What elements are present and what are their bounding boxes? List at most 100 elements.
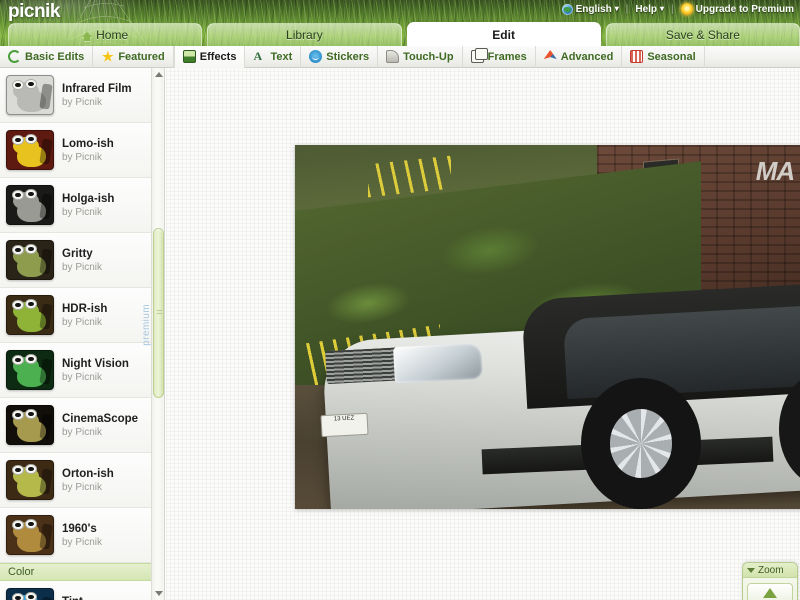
tab-label: Home [96, 28, 129, 42]
chevron-down-icon: ▾ [614, 4, 619, 13]
effect-thumbnail [6, 350, 54, 390]
language-label: English [575, 3, 612, 15]
photo-car-headlight [392, 342, 484, 384]
help-label: Help [635, 3, 658, 15]
touchup-icon [386, 50, 400, 63]
list-item[interactable]: HDR-ish by Picnik [0, 288, 152, 343]
zoom-panel[interactable]: Zoom [742, 562, 798, 600]
effect-name: Lomo-ish [62, 137, 114, 150]
globe-icon [561, 3, 573, 15]
list-item[interactable]: Lomo-ish by Picnik [0, 123, 152, 178]
home-icon [82, 31, 93, 41]
effect-thumbnail [6, 405, 54, 445]
effect-name: Tint [62, 595, 102, 600]
effect-name: Orton-ish [62, 467, 114, 480]
picnik-logo[interactable]: picnik [8, 1, 60, 23]
effects-list: Infrared Film by Picnik Lomo-ish by Picn… [0, 68, 152, 600]
list-item[interactable]: Tint by Picnik [0, 581, 152, 600]
scrollbar-thumb[interactable] [153, 228, 164, 398]
effect-name: Infrared Film [62, 82, 132, 95]
effect-name: CinemaScope [62, 412, 139, 425]
text-icon: A [253, 49, 263, 63]
effect-author: by Picnik [62, 536, 103, 548]
seasonal-icon [630, 50, 644, 63]
effect-name: HDR-ish [62, 302, 108, 315]
effect-name: Gritty [62, 247, 93, 260]
effect-thumbnail [6, 240, 54, 280]
mountain-icon [763, 588, 777, 598]
subtab-text[interactable]: A Text [245, 45, 302, 68]
subtab-seasonal[interactable]: Seasonal [622, 45, 705, 68]
effect-thumbnail [6, 460, 54, 500]
subtab-advanced[interactable]: Advanced [536, 45, 623, 68]
help-menu[interactable]: Help ▾ [633, 3, 666, 16]
effect-thumbnail [6, 295, 54, 335]
subtab-label: Basic Edits [25, 50, 85, 63]
list-item[interactable]: CinemaScope by Picnik [0, 398, 152, 453]
chevron-down-icon [747, 567, 755, 573]
list-item[interactable]: Night Vision by Picnik [0, 343, 152, 398]
category-header-color: Color [0, 563, 152, 581]
effect-thumbnail [6, 185, 54, 225]
divider: | [625, 3, 629, 15]
effect-author: by Picnik [62, 481, 103, 493]
sidebar-scrollbar[interactable] [151, 68, 164, 600]
effect-thumbnail [6, 588, 54, 600]
effect-author: by Picnik [62, 426, 103, 438]
list-item[interactable]: Holga-ish by Picnik [0, 178, 152, 233]
subtab-label: Effects [199, 50, 237, 63]
photo-front-wheel [581, 377, 701, 509]
effect-thumbnail [6, 515, 54, 555]
frames-icon [470, 48, 488, 63]
subtab-basic-edits[interactable]: Basic Edits [0, 45, 94, 68]
effect-name: Holga-ish [62, 192, 115, 205]
photo-license-plate: 13 UEZ [320, 413, 369, 438]
effect-thumbnail [6, 75, 54, 115]
subtab-label: Frames [487, 50, 527, 63]
edit-sub-toolbar: Basic Edits ★ Featured Effects A Text St… [0, 45, 800, 68]
subtab-stickers[interactable]: Stickers [301, 45, 379, 68]
subtab-frames[interactable]: Frames [463, 45, 536, 68]
effect-author: by Picnik [62, 96, 103, 108]
list-item[interactable]: 1960's by Picnik [0, 508, 152, 563]
main-tab-bar: Home Library Edit Save & Share [0, 22, 800, 46]
sun-icon [680, 3, 693, 15]
tab-label: Save & Share [665, 28, 740, 42]
tab-edit[interactable]: Edit [406, 22, 601, 46]
effects-sidebar: Infrared Film by Picnik Lomo-ish by Picn… [0, 68, 165, 600]
subtab-label: Seasonal [647, 50, 696, 63]
effects-icon [182, 50, 196, 63]
effect-name: 1960's [62, 522, 97, 535]
upgrade-to-premium-button[interactable]: Upgrade to Premium [679, 2, 796, 16]
effect-author: by Picnik [62, 371, 103, 383]
photo-preview[interactable]: MA 13 UEZ [295, 145, 800, 509]
divider: | [671, 3, 674, 15]
tab-label: Edit [492, 27, 515, 42]
effect-author: by Picnik [62, 261, 103, 273]
scroll-down-arrow-icon[interactable] [152, 587, 164, 600]
subtab-label: Stickers [326, 50, 370, 63]
subtab-touch-up[interactable]: Touch-Up [378, 45, 463, 68]
list-item[interactable]: Gritty by Picnik [0, 233, 152, 288]
zoom-panel-header[interactable]: Zoom [743, 563, 797, 578]
subtab-featured[interactable]: ★ Featured [93, 45, 174, 68]
list-item[interactable]: Orton-ish by Picnik [0, 453, 152, 508]
edit-canvas[interactable]: MA 13 UEZ Zoom [166, 68, 800, 600]
app-header: picnik English ▾ | Help ▾ | Upgrade to P… [0, 0, 800, 46]
star-icon: ★ [101, 49, 114, 64]
chevron-down-icon: ▾ [660, 4, 665, 13]
recycle-icon [8, 50, 21, 63]
advanced-icon [543, 50, 557, 60]
scroll-up-arrow-icon[interactable] [152, 68, 164, 81]
subtab-effects[interactable]: Effects [173, 45, 246, 68]
language-selector[interactable]: English ▾ [560, 3, 621, 16]
effect-author: by Picnik [62, 151, 103, 163]
list-item[interactable]: Infrared Film by Picnik [0, 68, 152, 123]
tab-library[interactable]: Library [207, 23, 402, 46]
subtab-label: Featured [118, 50, 165, 63]
tab-home[interactable]: Home [8, 23, 203, 46]
zoom-fit-button[interactable] [747, 583, 793, 600]
tab-save-and-share[interactable]: Save & Share [605, 23, 800, 46]
effect-author: by Picnik [62, 206, 103, 218]
zoom-panel-title: Zoom [758, 564, 784, 576]
